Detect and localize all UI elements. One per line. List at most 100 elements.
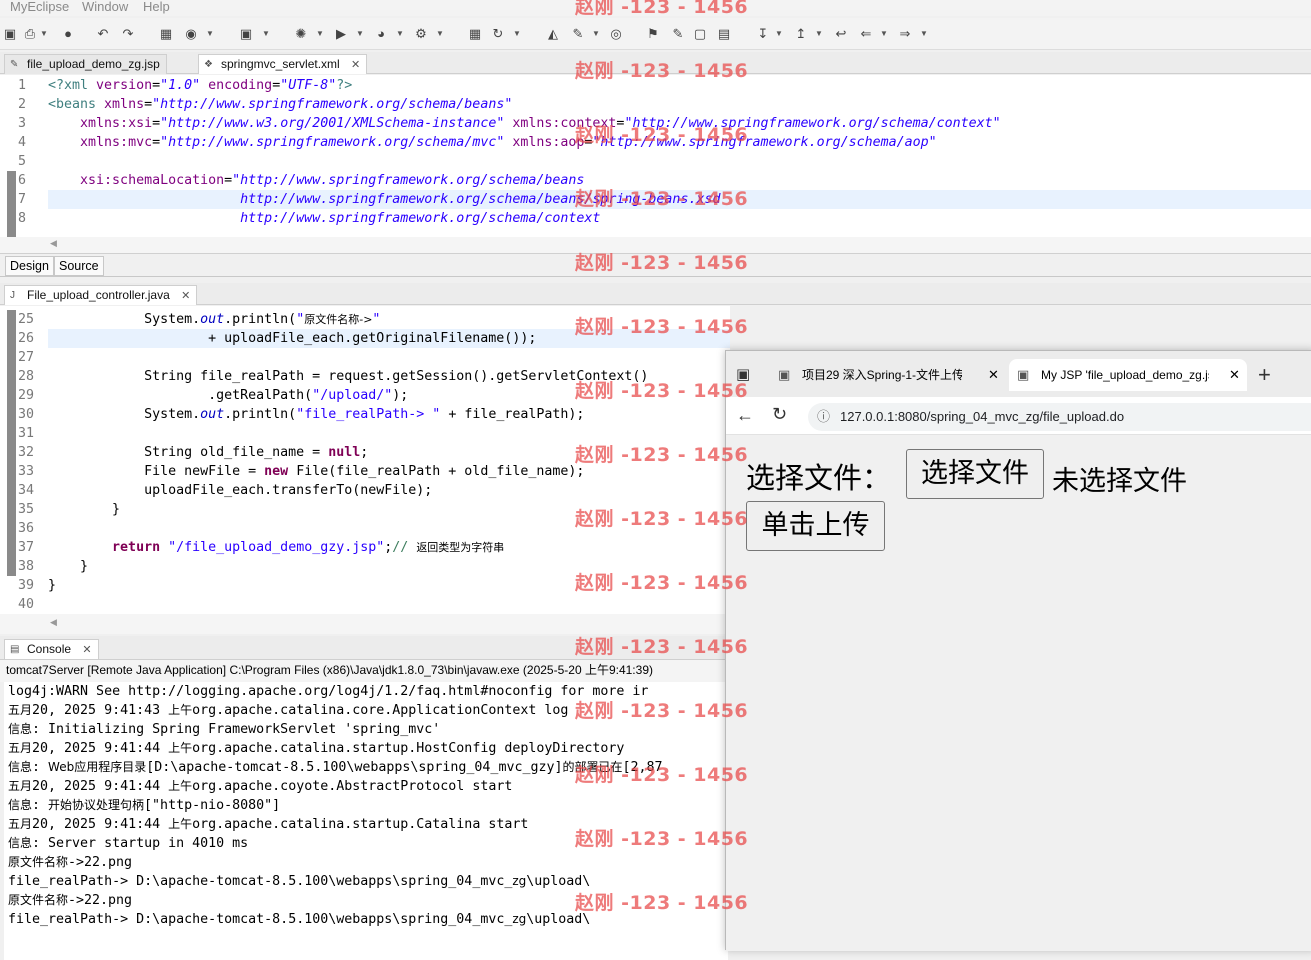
code-line[interactable]: + uploadFile_each.getOriginalFilename())… (48, 329, 536, 348)
new-icon[interactable]: ▣ (2, 26, 18, 42)
scroll-left-icon[interactable]: ◀ (50, 617, 57, 628)
code-line[interactable]: xmlns:xsi="http://www.w3.org/2001/XMLSch… (48, 114, 1001, 133)
chevron-down-icon[interactable]: ▼ (396, 26, 404, 42)
refresh-icon[interactable]: ↻ (490, 26, 506, 42)
code-line[interactable]: xsi:schemaLocation="http://www.springfra… (48, 171, 584, 190)
code-line[interactable]: String file_realPath = request.getSessio… (48, 367, 648, 386)
undo-icon[interactable]: ↶ (95, 26, 111, 42)
code-line[interactable]: return "/file_upload_demo_gzy.jsp";// 返回… (48, 538, 504, 557)
horizontal-scrollbar[interactable]: ◀ (0, 614, 730, 634)
code-line[interactable]: File newFile = new File(file_realPath + … (48, 462, 584, 481)
browser-tab-2[interactable]: ▣ My JSP 'file_upload_demo_zg.jsp ✕ (1009, 359, 1247, 391)
console-output[interactable]: log4j:WARN See http://logging.apache.org… (4, 682, 728, 960)
redo-icon[interactable]: ↷ (120, 26, 136, 42)
upload-button[interactable]: 单击上传 (746, 501, 885, 551)
tab-console[interactable]: ▤ Console ✕ (4, 639, 99, 659)
prev-annotation-icon[interactable]: ↥ (793, 26, 809, 42)
chevron-down-icon[interactable]: ▼ (513, 26, 521, 42)
close-icon[interactable]: ✕ (181, 290, 190, 302)
menu-myeclipse[interactable]: MyEclipse (10, 0, 69, 14)
info-icon[interactable]: ⓘ (817, 403, 830, 431)
tab-file-upload-controller[interactable]: J File_upload_controller.java ✕ (4, 285, 198, 305)
line-number: 38 (18, 559, 35, 574)
code-line[interactable]: <?xml version="1.0" encoding="UTF-8"?> (48, 76, 352, 95)
code-token: "/upload/" (312, 388, 393, 403)
chevron-down-icon[interactable]: ▼ (775, 26, 783, 42)
tab-file-upload-jsp[interactable]: ✎ file_upload_demo_zg.jsp (4, 54, 167, 74)
chevron-down-icon[interactable]: ▼ (356, 26, 364, 42)
line-number: 34 (18, 483, 35, 498)
tab-springmvc-servlet-xml[interactable]: ❖ springmvc_servlet.xml ✕ (198, 54, 368, 74)
code-token: String file_realPath = request.getSessio… (48, 369, 649, 384)
code-token: xmlns:xsi (80, 116, 153, 131)
close-icon[interactable]: ✕ (351, 59, 360, 71)
chevron-down-icon[interactable]: ▼ (436, 26, 444, 42)
code-line[interactable]: uploadFile_each.transferTo(newFile); (48, 481, 432, 500)
menu-help[interactable]: Help (143, 0, 170, 14)
marker-icon[interactable]: ⚑ (645, 26, 661, 42)
code-line[interactable]: } (48, 557, 88, 576)
code-token: 信息 (8, 798, 33, 812)
camera-icon[interactable]: ▣ (238, 26, 254, 42)
scroll-left-icon[interactable]: ◀ (50, 238, 57, 249)
open-type-icon[interactable]: ◭ (545, 26, 561, 42)
menu-window[interactable]: Window (82, 0, 128, 14)
xml-editor[interactable]: 1 <?xml version="1.0" encoding="UTF-8"?> 2… (0, 75, 1311, 237)
url-text: 127.0.0.1:8080/spring_04_mvc_zg/file_upl… (840, 409, 1125, 424)
chevron-down-icon[interactable]: ▼ (880, 26, 888, 42)
paragraph-icon[interactable]: ▤ (716, 26, 732, 42)
next-annotation-icon[interactable]: ↧ (755, 26, 771, 42)
page-content: 选择文件： 选择文件 未选择文件 单击上传 (726, 435, 1311, 951)
code-line[interactable]: .getRealPath("/upload/"); (48, 386, 408, 405)
close-icon[interactable]: ✕ (1229, 359, 1240, 391)
tab-source[interactable]: Source (54, 256, 104, 276)
chevron-down-icon[interactable]: ▼ (592, 26, 600, 42)
code-line[interactable]: } (48, 500, 120, 519)
server-icon[interactable]: ◉ (183, 26, 199, 42)
url-input[interactable]: ⓘ 127.0.0.1:8080/spring_04_mvc_zg/file_u… (808, 403, 1311, 431)
save-icon[interactable]: ⎙ (22, 26, 38, 42)
back-arrow-icon[interactable]: ← (736, 405, 754, 426)
task-icon[interactable]: ▦ (158, 26, 174, 42)
globe-icon[interactable]: ● (60, 26, 76, 42)
code-token: ; (360, 445, 369, 460)
code-line[interactable]: System.out.println("原文件名称->" (48, 310, 380, 329)
block-icon[interactable]: ▢ (692, 26, 708, 42)
pen-icon[interactable]: ✎ (570, 26, 586, 42)
chevron-down-icon[interactable]: ▼ (40, 26, 48, 42)
last-edit-icon[interactable]: ↩ (833, 26, 849, 42)
code-line[interactable]: } (48, 576, 56, 595)
external-tools-icon[interactable]: ⚙ (413, 26, 429, 42)
browser-tab-1[interactable]: ▣ 项目29 深入Spring-1-文件上传-题 ✕ (770, 359, 1006, 391)
chevron-down-icon[interactable]: ▼ (206, 26, 214, 42)
coverage-icon[interactable]: ◕ (373, 26, 389, 42)
back-icon[interactable]: ⇐ (858, 26, 874, 42)
console-line: 五月20, 2025 9:41:44 上午org.apache.catalina… (8, 815, 528, 834)
code-line[interactable]: xmlns:mvc="http://www.springframework.or… (48, 133, 937, 152)
close-icon[interactable]: ✕ (82, 644, 91, 656)
reload-icon[interactable]: ↻ (772, 404, 787, 425)
debug-icon[interactable]: ✺ (293, 26, 309, 42)
chevron-down-icon[interactable]: ▼ (815, 26, 823, 42)
grid-icon[interactable]: ▦ (467, 26, 483, 42)
search-icon[interactable]: ◎ (608, 26, 624, 42)
console-icon: ▤ (10, 644, 20, 655)
run-icon[interactable]: ▶ (333, 26, 349, 42)
code-line[interactable]: String old_file_name = null; (48, 443, 368, 462)
new-tab-button[interactable]: + (1258, 359, 1271, 391)
forward-icon[interactable]: ⇒ (897, 26, 913, 42)
tab-design[interactable]: Design (5, 256, 54, 276)
watermark-text: 赵刚 -123 - 1456 (575, 124, 749, 146)
close-icon[interactable]: ✕ (988, 359, 999, 391)
chevron-down-icon[interactable]: ▼ (262, 26, 270, 42)
code-token: } (48, 502, 121, 517)
code-line[interactable]: <beans xmlns="http://www.springframework… (48, 95, 512, 114)
chevron-down-icon[interactable]: ▼ (920, 26, 928, 42)
code-line[interactable]: http://www.springframework.org/schema/co… (48, 209, 600, 228)
code-token: : Server startup in 4010 ms (32, 836, 249, 851)
choose-file-button[interactable]: 选择文件 (906, 449, 1044, 499)
edit-icon[interactable]: ✎ (670, 26, 686, 42)
code-line[interactable]: System.out.println("file_realPath-> " + … (48, 405, 584, 424)
chevron-down-icon[interactable]: ▼ (316, 26, 324, 42)
